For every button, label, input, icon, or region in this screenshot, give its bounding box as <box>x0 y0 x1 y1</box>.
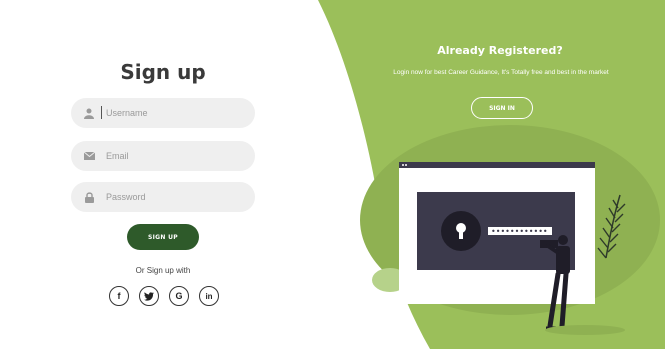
login-illustration: •••••••••••• <box>372 162 626 335</box>
sign-up-button[interactable]: SIGN UP <box>127 224 199 250</box>
email-input[interactable] <box>104 150 248 162</box>
envelope-icon <box>82 152 96 160</box>
username-field[interactable] <box>71 98 255 128</box>
linkedin-glyph: in <box>205 291 213 301</box>
panel-title: Already Registered? <box>437 44 563 57</box>
user-icon <box>82 108 96 119</box>
email-field[interactable] <box>71 141 255 171</box>
google-icon[interactable]: G <box>169 286 189 306</box>
person-body <box>556 246 570 274</box>
username-input[interactable] <box>104 107 248 119</box>
lock-icon <box>82 191 96 203</box>
facebook-glyph: f <box>117 291 121 301</box>
text-caret <box>101 106 102 119</box>
person-head <box>558 235 568 245</box>
browser-titlebar <box>399 162 595 168</box>
password-input[interactable] <box>104 191 248 203</box>
or-sign-up-with-label: Or Sign up with <box>135 266 191 275</box>
linkedin-icon[interactable]: in <box>199 286 219 306</box>
twitter-bird-icon <box>144 291 154 301</box>
twitter-icon[interactable] <box>139 286 159 306</box>
panel-subtitle: Login now for best Career Guidance, It's… <box>393 69 609 76</box>
facebook-icon[interactable]: f <box>109 286 129 306</box>
page-title: Sign up <box>120 60 206 84</box>
sign-in-button[interactable]: SIGN IN <box>471 97 533 119</box>
password-field[interactable] <box>71 182 255 212</box>
illustration-password-dots: •••••••••••• <box>491 227 548 236</box>
google-glyph: G <box>175 291 183 301</box>
